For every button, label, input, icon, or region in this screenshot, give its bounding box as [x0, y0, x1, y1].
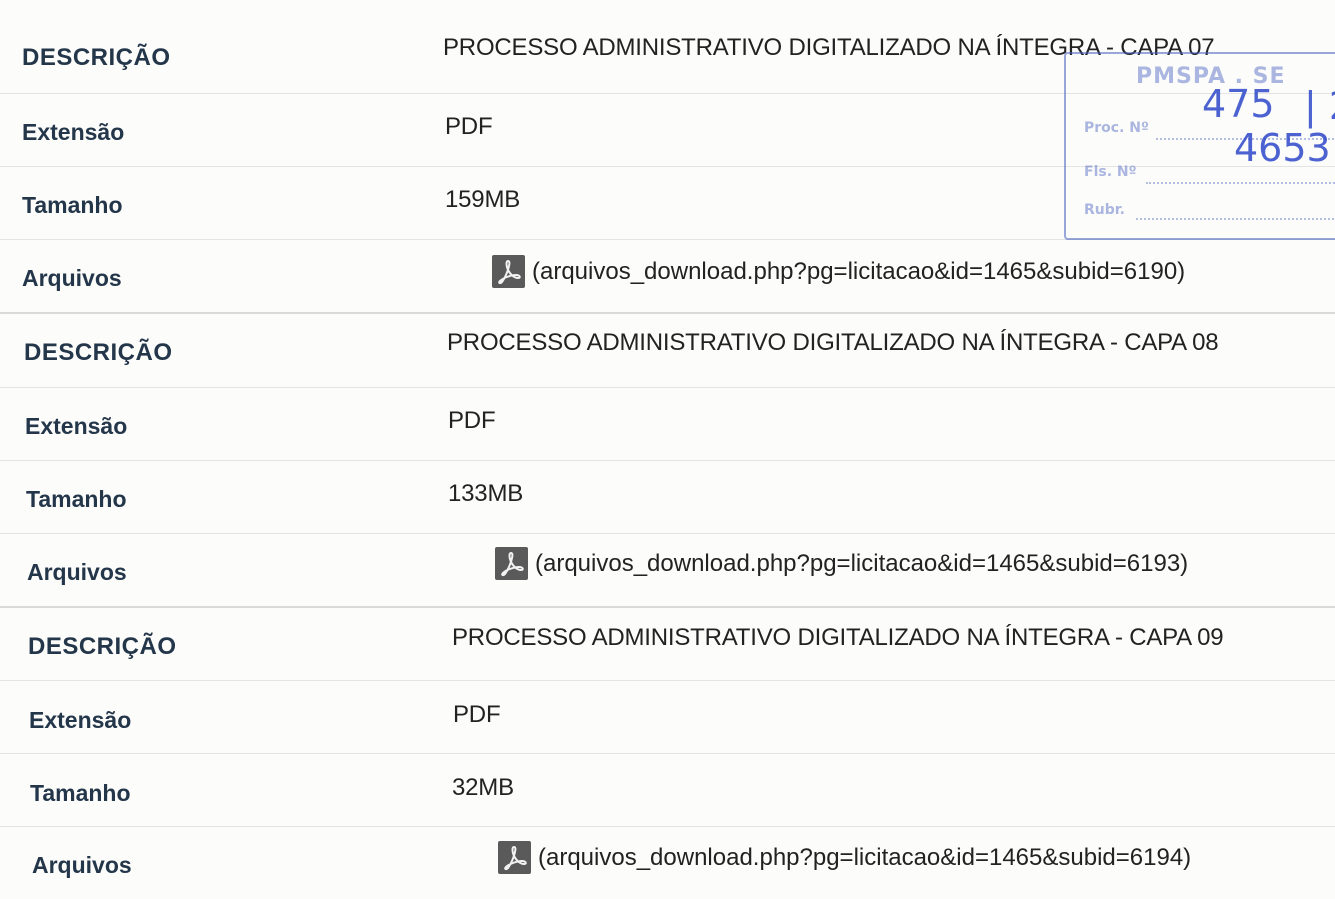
- row-tamanho: Tamanho 133MB: [0, 460, 1335, 534]
- file-download-link[interactable]: (arquivos_download.php?pg=licitacao&id=1…: [495, 547, 1188, 580]
- tamanho-value: 32MB: [452, 774, 514, 801]
- row-tamanho: Tamanho 32MB: [0, 753, 1335, 827]
- row-arquivos: Arquivos (arquivos_download.php?pg=licit…: [0, 239, 1335, 314]
- row-descricao: DESCRIÇÃO PROCESSO ADMINISTRATIVO DIGITA…: [0, 607, 1335, 681]
- row-extensao: Extensão PDF: [0, 387, 1335, 461]
- stamp-line-fls: Fls. Nº: [1084, 164, 1137, 180]
- descricao-label: DESCRIÇÃO: [24, 339, 173, 366]
- row-descricao: DESCRIÇÃO PROCESSO ADMINISTRATIVO DIGITA…: [0, 314, 1335, 388]
- row-extensao: Extensão PDF: [0, 680, 1335, 754]
- stamp-line-rubr: Rubr.: [1084, 202, 1125, 218]
- scanned-page: DESCRIÇÃO PROCESSO ADMINISTRATIVO DIGITA…: [0, 0, 1335, 899]
- pdf-icon: [495, 547, 528, 580]
- arquivos-label: Arquivos: [22, 265, 122, 291]
- extensao-value: PDF: [445, 113, 493, 140]
- file-link-text[interactable]: (arquivos_download.php?pg=licitacao&id=1…: [538, 844, 1191, 872]
- stamp-handwritten-year: | 2: [1304, 84, 1335, 128]
- file-download-link[interactable]: (arquivos_download.php?pg=licitacao&id=1…: [498, 841, 1191, 874]
- row-arquivos: Arquivos (arquivos_download.php?pg=licit…: [0, 826, 1335, 899]
- stamp-handwritten-page-number: 4653: [1234, 126, 1331, 170]
- descricao-label: DESCRIÇÃO: [28, 633, 177, 660]
- tamanho-label: Tamanho: [22, 192, 123, 218]
- extensao-label: Extensão: [22, 119, 125, 145]
- stamp-line-proc: Proc. Nº: [1084, 120, 1149, 136]
- extensao-value: PDF: [453, 701, 501, 728]
- descricao-value: PROCESSO ADMINISTRATIVO DIGITALIZADO NA …: [452, 624, 1224, 651]
- tamanho-label: Tamanho: [26, 486, 127, 512]
- extensao-label: Extensão: [29, 707, 132, 733]
- stamp-handwritten-proc-number: 475: [1202, 82, 1275, 126]
- tamanho-label: Tamanho: [30, 780, 131, 806]
- row-arquivos: Arquivos (arquivos_download.php?pg=licit…: [0, 533, 1335, 608]
- extensao-label: Extensão: [25, 413, 128, 439]
- descricao-label: DESCRIÇÃO: [22, 44, 171, 71]
- pdf-icon: [492, 255, 525, 288]
- pdf-icon: [498, 841, 531, 874]
- tamanho-value: 133MB: [448, 480, 524, 507]
- arquivos-label: Arquivos: [32, 852, 132, 878]
- stamp-dotted-line: [1136, 218, 1335, 220]
- arquivos-label: Arquivos: [27, 559, 127, 585]
- descricao-value: PROCESSO ADMINISTRATIVO DIGITALIZADO NA …: [447, 329, 1219, 356]
- stamp-dotted-line: [1146, 182, 1335, 184]
- file-link-text[interactable]: (arquivos_download.php?pg=licitacao&id=1…: [532, 258, 1185, 286]
- extensao-value: PDF: [448, 407, 496, 434]
- tamanho-value: 159MB: [445, 186, 521, 213]
- file-download-link[interactable]: (arquivos_download.php?pg=licitacao&id=1…: [492, 255, 1185, 288]
- protocol-stamp: PMSPA . SE Proc. Nº Fls. Nº Rubr. 475 | …: [1064, 52, 1335, 240]
- file-link-text[interactable]: (arquivos_download.php?pg=licitacao&id=1…: [535, 550, 1188, 578]
